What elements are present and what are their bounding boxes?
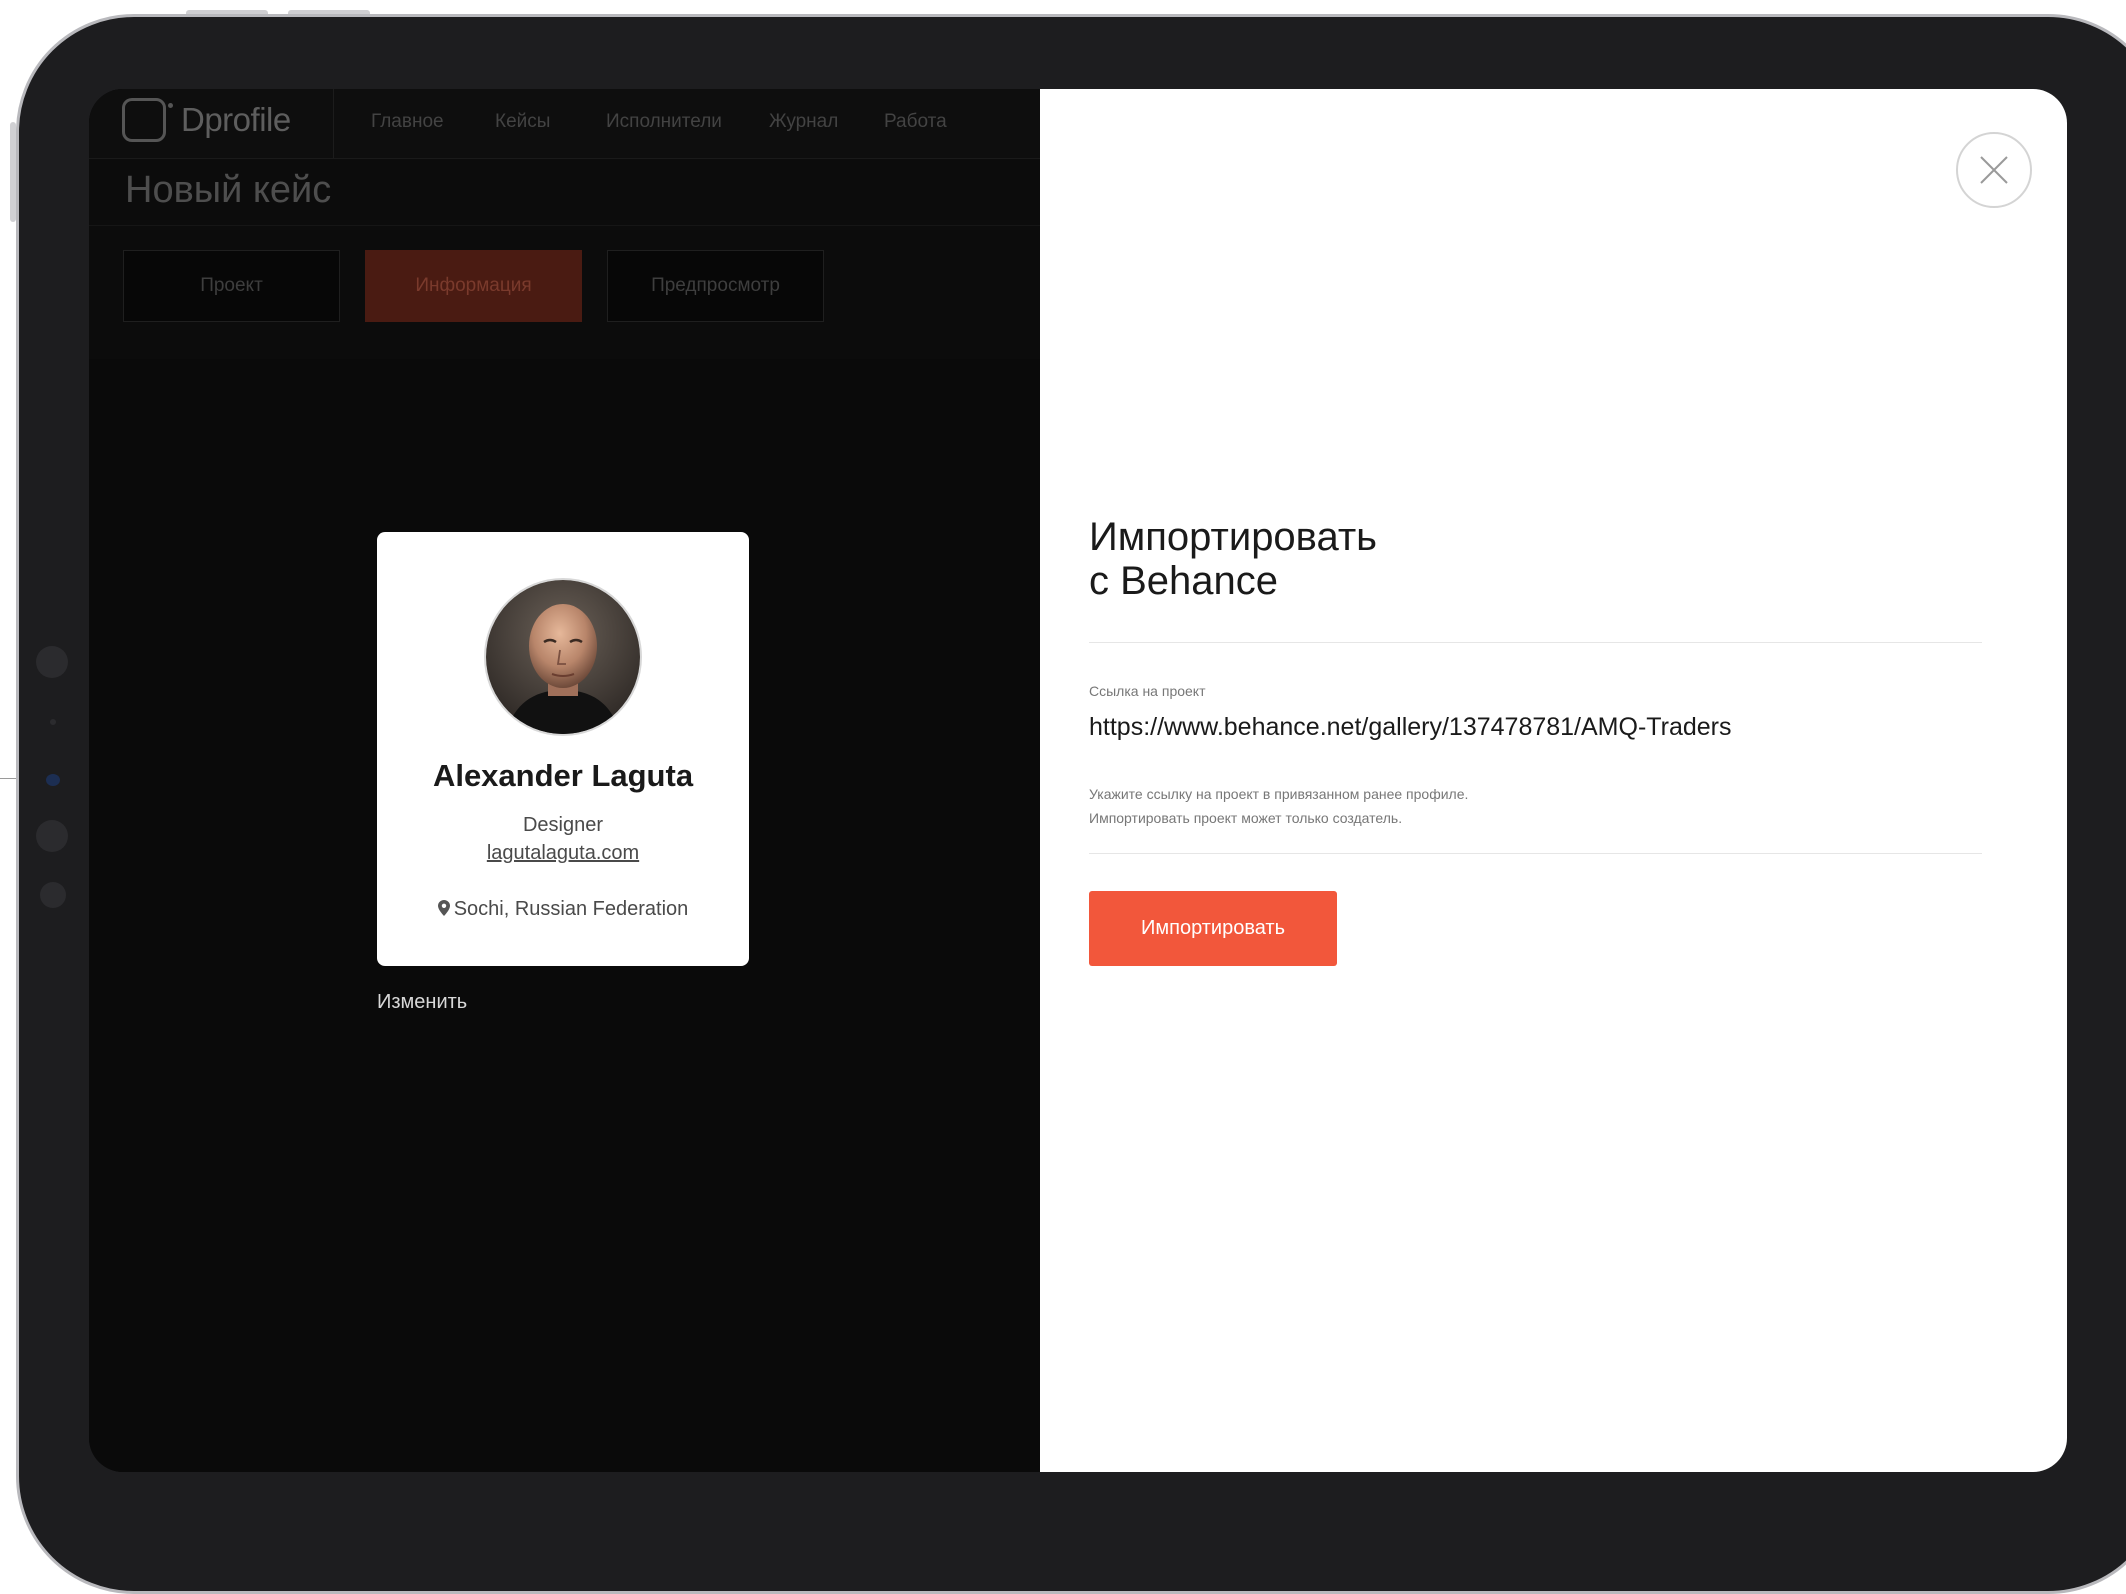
profile-location: Sochi, Russian Federation [377, 898, 749, 921]
top-navigation: Dprofile Главное Кейсы Исполнители Журна… [89, 89, 1040, 159]
nav-item-work[interactable]: Работа [884, 111, 947, 133]
bezel-sensor-3 [36, 820, 68, 852]
page-title: Новый кейс [125, 169, 332, 211]
bezel-camera [46, 774, 60, 786]
app-background: Dprofile Главное Кейсы Исполнители Журна… [89, 89, 1040, 1472]
profile-card: Alexander Laguta Designer lagutalaguta.c… [377, 532, 749, 966]
project-link-input[interactable]: https://www.behance.net/gallery/13747878… [1089, 713, 1731, 742]
logo[interactable]: Dprofile [122, 98, 291, 142]
hint-line2: Импортировать проект может только создат… [1089, 810, 1403, 826]
close-icon [1980, 156, 2008, 184]
edit-profile-link[interactable]: Изменить [377, 991, 467, 1014]
tablet-screen: Dprofile Главное Кейсы Исполнители Журна… [89, 89, 2067, 1472]
nav-item-cases[interactable]: Кейсы [495, 111, 550, 133]
project-link-label: Ссылка на проект [1089, 683, 1206, 699]
profile-website-link[interactable]: lagutalaguta.com [377, 842, 749, 865]
profile-name: Alexander Laguta [432, 758, 694, 793]
hint-line1: Укажите ссылку на проект в привязанном р… [1089, 786, 1469, 802]
import-modal-panel: Импортировать с Behance Ссылка на проект… [1040, 89, 2067, 1472]
avatar-photo-icon [486, 580, 640, 734]
hint-text: Укажите ссылку на проект в привязанном р… [1089, 782, 1468, 830]
logo-text: Dprofile [181, 101, 291, 138]
divider-bottom [1089, 853, 1982, 854]
guide-line [0, 778, 16, 779]
profile-location-text: Sochi, Russian Federation [453, 898, 689, 920]
modal-title-line2: с Behance [1089, 559, 1279, 603]
page-header: Новый кейс [89, 159, 1040, 226]
tab-preview[interactable]: Предпросмотр [607, 250, 824, 322]
nav-divider [333, 89, 334, 158]
location-pin-icon [437, 900, 450, 916]
logo-mark-icon [122, 98, 166, 142]
tab-information[interactable]: Информация [365, 250, 582, 322]
tab-project[interactable]: Проект [123, 250, 340, 322]
nav-item-performers[interactable]: Исполнители [606, 111, 722, 133]
bezel-sensor-1 [36, 646, 68, 678]
profile-role: Designer [522, 814, 604, 836]
bezel-sensor-2 [50, 719, 56, 725]
nav-item-journal[interactable]: Журнал [769, 111, 838, 133]
divider-top [1089, 642, 1982, 643]
modal-title: Импортировать с Behance [1089, 515, 1377, 603]
bezel-sensor-4 [40, 882, 66, 908]
nav-item-main[interactable]: Главное [371, 111, 444, 133]
import-button[interactable]: Импортировать [1089, 891, 1337, 966]
avatar [484, 578, 642, 736]
tabs-bar: Проект Информация Предпросмотр [89, 226, 1040, 359]
logo-trademark-icon [168, 102, 173, 108]
modal-title-line1: Импортировать [1089, 515, 1378, 559]
close-button[interactable] [1956, 132, 2032, 208]
